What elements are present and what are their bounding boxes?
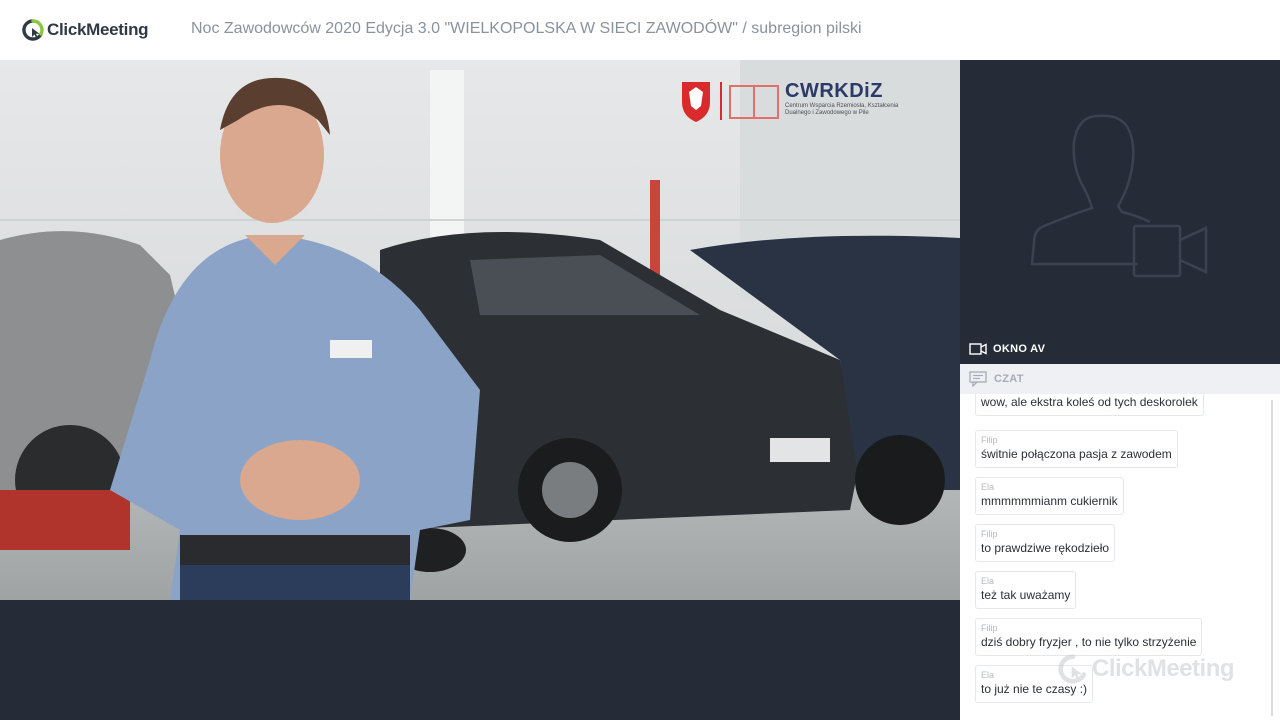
user-camera-placeholder-icon <box>1030 114 1208 278</box>
av-window-label: OKNO AV <box>993 343 1046 355</box>
av-window-header[interactable]: OKNO AV <box>960 334 1280 364</box>
chat-message-author: Ela <box>981 576 995 586</box>
video-camera-icon <box>969 343 987 355</box>
chat-icon <box>969 371 987 387</box>
chat-message-text: też tak uważamy <box>981 588 1071 602</box>
right-sidebar: OKNO AV CZAT wow, ale ekstra koleś od ty… <box>960 60 1280 720</box>
chat-message-text: świtnie połączona pasja z zawodem <box>981 447 1172 461</box>
chat-message: Filip to prawdziwe rękodzieło <box>975 524 1116 562</box>
presenter-video[interactable]: CWRKDiZ Centrum Wsparcia Rzemiosła, Kszt… <box>0 60 960 600</box>
brand-name: ClickMeeting <box>47 20 149 39</box>
presenter-video-frame <box>0 60 960 600</box>
watermark-text: ClickMeeting <box>1092 655 1235 682</box>
cwrkdiz-logo-subtitle-2: Dualnego i Zawodowego w Pile <box>785 110 869 116</box>
clickmeeting-watermark-icon <box>1058 654 1087 684</box>
chat-message-author: Filip <box>981 529 998 539</box>
cwrkdiz-logo-text: CWRKDiZ <box>785 80 883 102</box>
chat-message: Ela też tak uważamy <box>975 571 1077 609</box>
chat-message-author: Filip <box>981 623 998 633</box>
chat-message-text: wow, ale ekstra koleś od tych deskorolek <box>981 395 1198 409</box>
chat-message: wow, ale ekstra koleś od tych deskorolek <box>975 394 1204 416</box>
chat-message-author: Filip <box>981 435 998 445</box>
event-title: Noc Zawodowców 2020 Edycja 3.0 "WIELKOPO… <box>191 20 862 37</box>
av-window-panel[interactable] <box>960 60 1280 334</box>
chat-message-text: dziś dobry fryzjer , to nie tylko strzyż… <box>981 635 1197 649</box>
chat-message: Ela mmmmmmianm cukiernik <box>975 477 1124 515</box>
chat-scrollbar[interactable] <box>1271 400 1273 716</box>
chat-message-author: Ela <box>981 482 995 492</box>
chat-header[interactable]: CZAT <box>960 364 1280 394</box>
chat-label: CZAT <box>994 373 1024 385</box>
top-bar: ClickMeeting Noc Zawodowców 2020 Edycja … <box>0 0 1280 60</box>
clickmeeting-logo-icon <box>22 19 44 41</box>
clickmeeting-logo[interactable]: ClickMeeting <box>22 18 149 42</box>
chat-message: Filip świtnie połączona pasja z zawodem <box>975 430 1178 468</box>
clickmeeting-watermark: ClickMeeting <box>1058 654 1235 684</box>
chat-message: Filip dziś dobry fryzjer , to nie tylko … <box>975 618 1203 656</box>
chat-message-text: mmmmmmianm cukiernik <box>981 494 1118 508</box>
chat-message-text: to prawdziwe rękodzieło <box>981 541 1110 555</box>
cwrkdiz-logo-subtitle-1: Centrum Wsparcia Rzemiosła, Kształcenia <box>785 103 899 109</box>
